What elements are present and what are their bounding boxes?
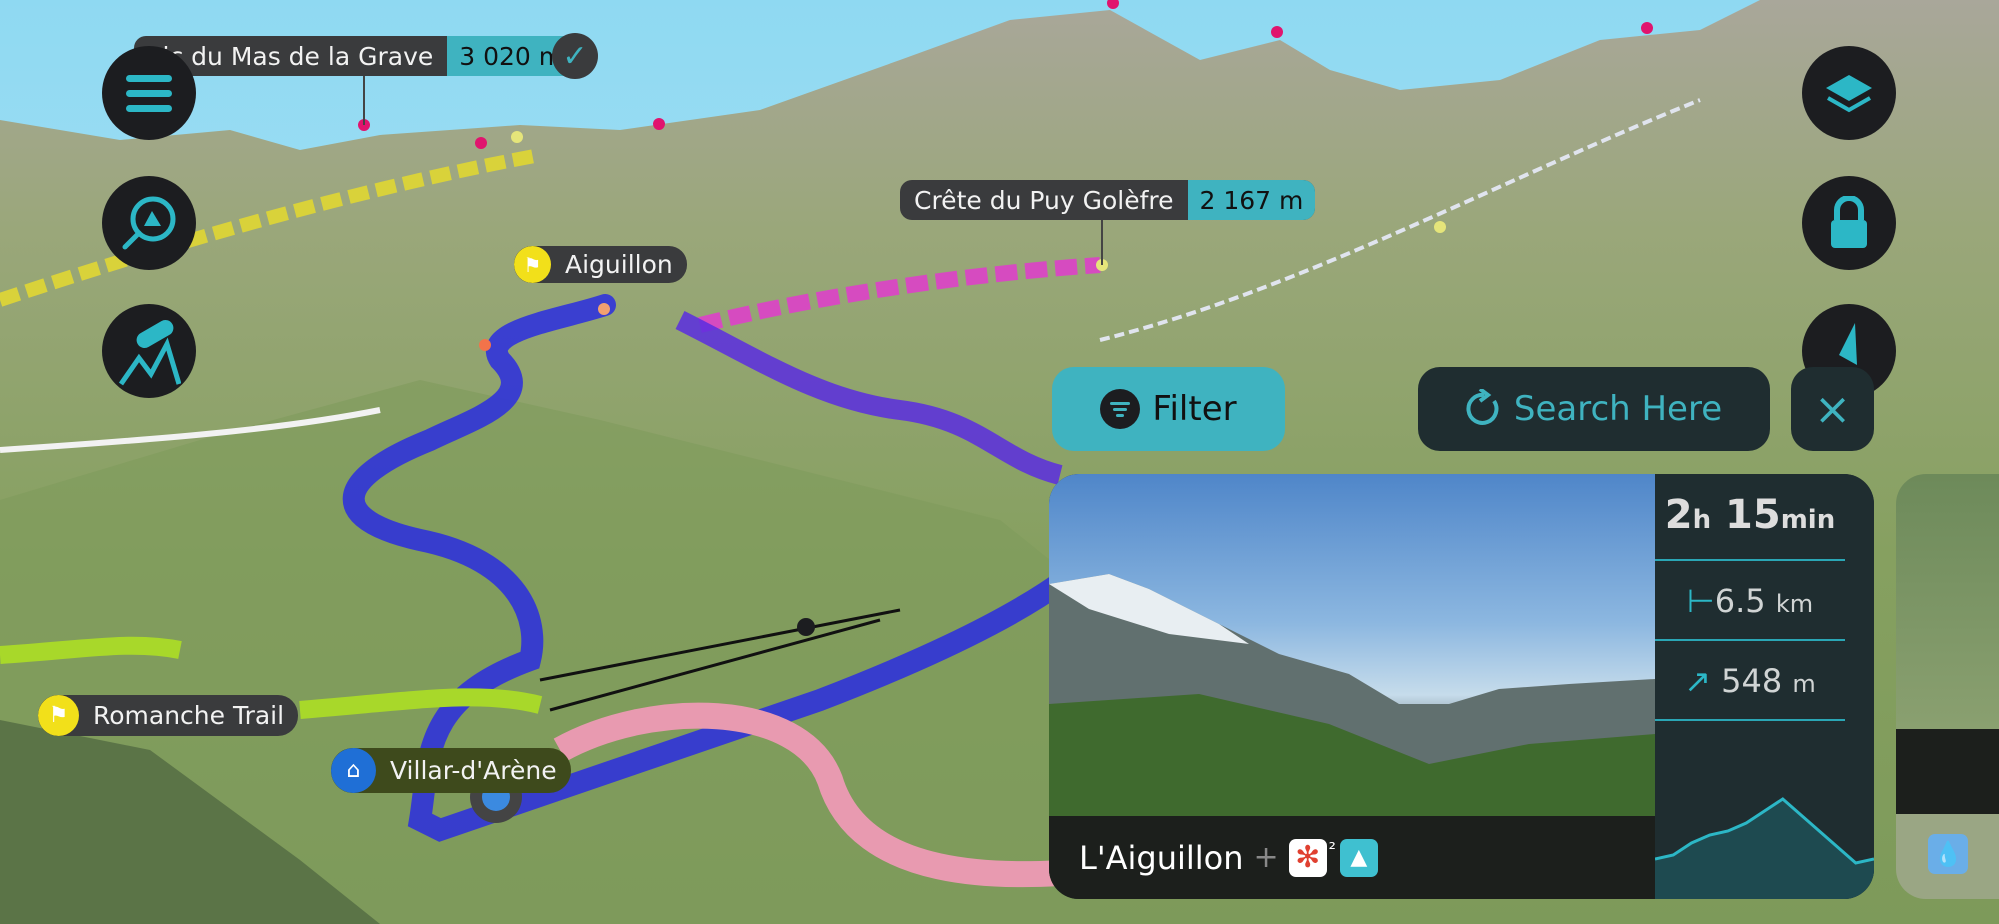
card-title-bar: L'Aiguillon + ✻ ² ▲ (1049, 816, 1655, 899)
search-here-button[interactable]: Search Here (1418, 367, 1770, 451)
lock-icon (1831, 196, 1867, 248)
layers-icon (1826, 75, 1872, 113)
route-card[interactable]: L'Aiguillon + ✻ ² ▲ 2h 15min ⊢6.5 km ↗ 5… (1049, 474, 1874, 899)
badge-count: ² (1328, 839, 1336, 860)
place-label-aiguillon[interactable]: ⚑ Aiguillon (514, 246, 687, 283)
route-title: L'Aiguillon (1079, 838, 1244, 877)
peak-name: Crête du Puy Golèfre (914, 185, 1174, 215)
elevation-profile (1655, 797, 1874, 899)
close-icon: × (1814, 383, 1851, 435)
village-icon: ⌂ (331, 748, 376, 793)
water-drop-icon: 💧 (1928, 834, 1968, 874)
filter-button[interactable]: Filter (1052, 367, 1285, 451)
filter-icon (1100, 389, 1141, 429)
route-stats: 2h 15min ⊢6.5 km ↗ 548 m (1655, 474, 1874, 899)
distance-icon: ⊢ (1686, 582, 1715, 620)
elevation-gain: ↗ 548 m (1684, 662, 1816, 700)
check-icon[interactable]: ✓ (552, 33, 598, 79)
menu-icon (126, 75, 172, 112)
plus-sign: + (1253, 840, 1279, 875)
search-here-label: Search Here (1513, 389, 1723, 429)
menu-button[interactable] (102, 46, 196, 140)
place-name: Aiguillon (565, 250, 673, 279)
filter-label: Filter (1152, 389, 1237, 429)
asterisk-badge-icon: ✻ (1288, 838, 1327, 877)
place-label-villar-darene[interactable]: ⌂ Villar-d'Arène (331, 748, 571, 793)
layers-button[interactable] (1802, 46, 1896, 140)
flag-icon: ⚑ (514, 246, 551, 283)
lock-button[interactable] (1802, 176, 1896, 270)
arrow-up-right-icon: ↗ (1684, 662, 1711, 700)
place-name: Villar-d'Arène (390, 756, 557, 785)
telescope-icon (118, 320, 181, 386)
search-map-icon (122, 196, 176, 250)
peak-altitude: 2 167 m (1187, 180, 1316, 220)
refresh-icon (1466, 389, 1499, 425)
duration: 2h 15min (1664, 492, 1836, 538)
place-name: Romanche Trail (93, 701, 285, 730)
place-label-romanche-trail[interactable]: ⚑ Romanche Trail (38, 695, 299, 736)
close-button[interactable]: × (1791, 367, 1874, 451)
next-route-card[interactable]: 💧 (1896, 474, 1999, 899)
peak-label[interactable]: Crête du Puy Golèfre 2 167 m (900, 180, 1316, 220)
mountain-badge-icon: ▲ (1339, 838, 1378, 877)
search-map-button[interactable] (102, 176, 196, 270)
distance: ⊢6.5 km (1686, 582, 1814, 620)
flag-icon: ⚑ (38, 695, 79, 736)
peak-label[interactable]: Pic du Mas de la Grave 3 020 m (134, 36, 576, 76)
route-photo: L'Aiguillon + ✻ ² ▲ (1049, 474, 1655, 899)
telescope-button[interactable] (102, 304, 196, 398)
